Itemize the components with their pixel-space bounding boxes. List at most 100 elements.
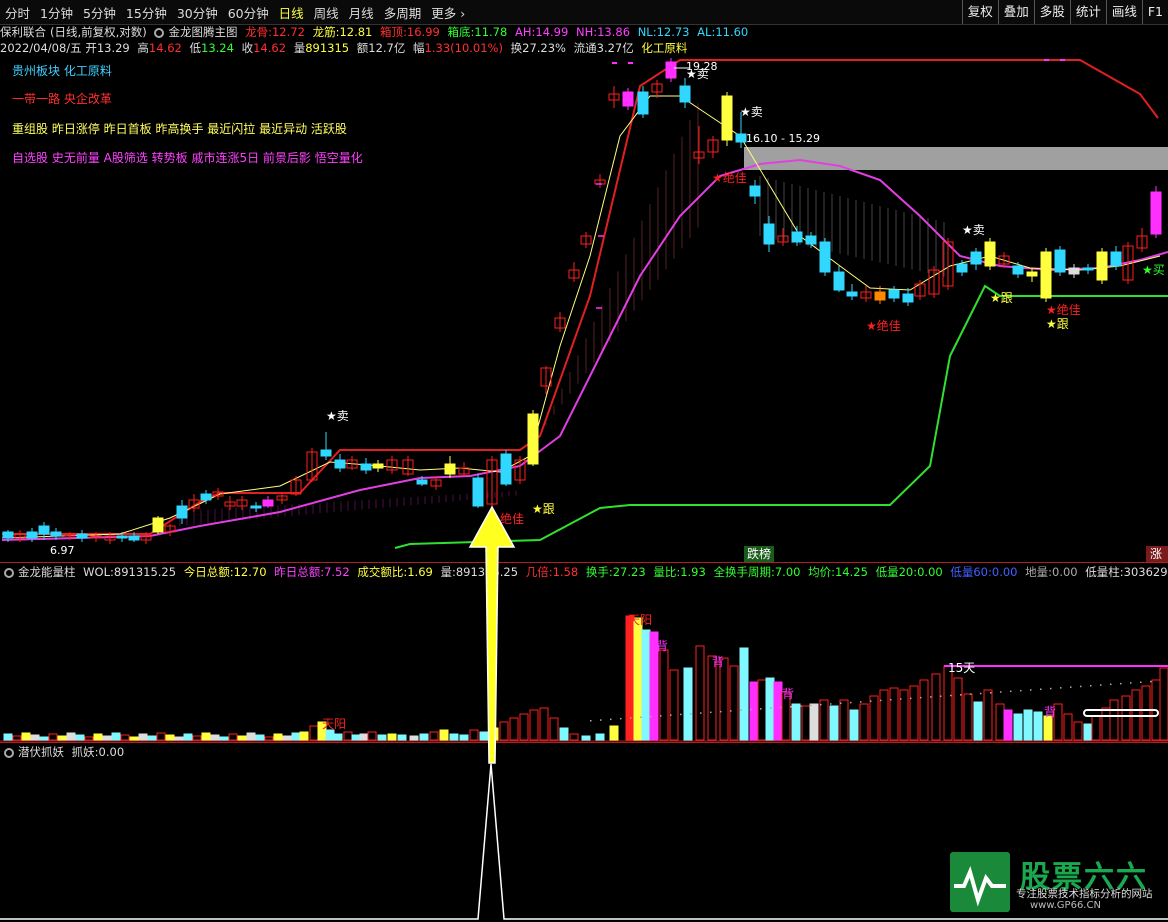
gear-icon[interactable]: [154, 28, 165, 38]
volume-bar: [729, 665, 739, 741]
sell-signal-1: ★卖: [326, 409, 349, 423]
candle-body: [500, 453, 512, 485]
help-f1-button[interactable]: F1: [1141, 0, 1168, 24]
tab-15min[interactable]: 15分钟: [121, 3, 172, 22]
tab-daily[interactable]: 日线: [274, 3, 309, 22]
al-label: AL:: [697, 25, 716, 39]
candle-body: [334, 459, 346, 469]
turnover-rate-value: 27.23: [612, 565, 646, 579]
gear-icon[interactable]: [4, 748, 14, 758]
candle-body: [1068, 267, 1080, 275]
restore-rights-button[interactable]: 复权: [961, 0, 998, 24]
volume-bar: [953, 677, 963, 741]
volume-bar: [57, 735, 67, 741]
longjin-value: 12.81: [339, 25, 373, 39]
volume-bar: [325, 729, 335, 741]
tool-group: 复权 叠加 多股 统计 画线 F1: [961, 0, 1168, 24]
volume-label: 量:: [440, 565, 456, 579]
volume-bar: [1141, 685, 1151, 741]
open-value: 13.29: [96, 41, 130, 55]
dotted-trend: [1050, 687, 1052, 690]
close-value: 14.62: [253, 41, 287, 55]
tab-weekly[interactable]: 周线: [309, 3, 344, 22]
statistics-button[interactable]: 统计: [1069, 0, 1106, 24]
gear-icon[interactable]: [4, 568, 14, 578]
volume-bar: [111, 732, 121, 741]
candle-body: [846, 291, 858, 297]
volume-bar: [183, 733, 193, 741]
candle-body: [956, 263, 968, 273]
tab-monthly[interactable]: 月线: [344, 3, 379, 22]
high-value: 14.62: [148, 41, 182, 55]
tab-60min[interactable]: 60分钟: [223, 3, 274, 22]
ah-value: 14.99: [535, 25, 569, 39]
concept-line-4: 自选股 史无前量 A股筛选 转势板 戚市连涨5日 前景后影 悟空量化: [12, 151, 363, 165]
candle-body: [637, 91, 649, 115]
volume-bar: [93, 733, 103, 741]
candle-body: [26, 531, 38, 539]
volume-bar: [351, 734, 361, 741]
candle-body: [444, 463, 456, 475]
overlay-button[interactable]: 叠加: [997, 0, 1034, 24]
volume-bar: [377, 734, 387, 741]
high-label: 高: [137, 41, 149, 55]
tab-multi-period[interactable]: 多周期: [379, 3, 427, 22]
tab-more[interactable]: 更多 ›: [426, 3, 470, 22]
tab-5min[interactable]: 5分钟: [78, 3, 121, 22]
turnover-rate-label: 换手:: [585, 565, 613, 579]
dotted-trend: [630, 717, 632, 719]
candle-body: [679, 85, 691, 103]
ambush-indicator-name[interactable]: 潜伏抓妖: [18, 745, 64, 759]
candle-body: [250, 505, 262, 509]
indicator-header: 保利联合 (日线,前复权,对数) 金龙图腾主图 龙骨:12.72 龙筋:12.81…: [0, 24, 1168, 40]
volume-bar-chart[interactable]: 天阳天阳背背背背15天: [0, 580, 1168, 742]
sector-name: 化工原料: [641, 41, 688, 55]
tab-30min[interactable]: 30分钟: [172, 3, 223, 22]
indicator-name[interactable]: 金龙图腾主图: [168, 25, 237, 39]
candle-body: [2, 531, 14, 539]
dotted-trend: [750, 708, 752, 711]
nl-label: NL:: [637, 25, 657, 39]
times-label: 几倍:: [525, 565, 553, 579]
chart-mode: (日线,前复权,对数): [50, 25, 147, 39]
candle-body: [116, 535, 128, 539]
tab-fenshi[interactable]: 分时: [0, 3, 35, 22]
bei-label-3: 背: [782, 687, 794, 701]
best-signal-2: ★绝佳: [712, 170, 747, 185]
volume-bar: [138, 733, 148, 741]
bei-label-2: 背: [712, 655, 724, 669]
candle-body: [176, 505, 188, 519]
candle-body: [665, 61, 677, 79]
dotted-trend: [640, 716, 642, 718]
stock-name: 保利联合: [0, 25, 46, 39]
volume-bar: [264, 736, 274, 741]
dotted-trend: [1080, 685, 1082, 688]
box-top-label: 箱顶:: [380, 25, 407, 39]
volume-bar: [1121, 695, 1131, 741]
turnover-label: 换: [510, 41, 523, 55]
multi-stock-button[interactable]: 多股: [1033, 0, 1070, 24]
candle-body: [721, 95, 733, 141]
volume-indicator-name[interactable]: 金龙能量柱: [18, 565, 76, 579]
candle-body: [320, 449, 332, 457]
dotted-trend: [1020, 689, 1022, 692]
amount-label: 额: [356, 41, 369, 55]
volume-bar: [1159, 667, 1168, 741]
dotted-trend: [1070, 686, 1072, 688]
dotted-trend: [1140, 681, 1142, 683]
dotted-trend: [1010, 690, 1012, 693]
dotted-trend: [1130, 682, 1132, 684]
volume-bar: [633, 617, 643, 741]
volume-bar: [129, 736, 139, 741]
peak-price-label: 19.28: [686, 60, 718, 73]
volume-bar: [1023, 709, 1033, 741]
volume-bar: [829, 705, 839, 741]
draw-line-button[interactable]: 画线: [1105, 0, 1142, 24]
dotted-trend: [700, 712, 702, 714]
tab-1min[interactable]: 1分钟: [35, 3, 78, 22]
candle-body: [819, 241, 831, 273]
volume-bar: [3, 733, 13, 741]
volume-bar: [84, 736, 94, 741]
candle-body: [902, 293, 914, 303]
today-amount-label: 今日总额:: [183, 565, 234, 579]
